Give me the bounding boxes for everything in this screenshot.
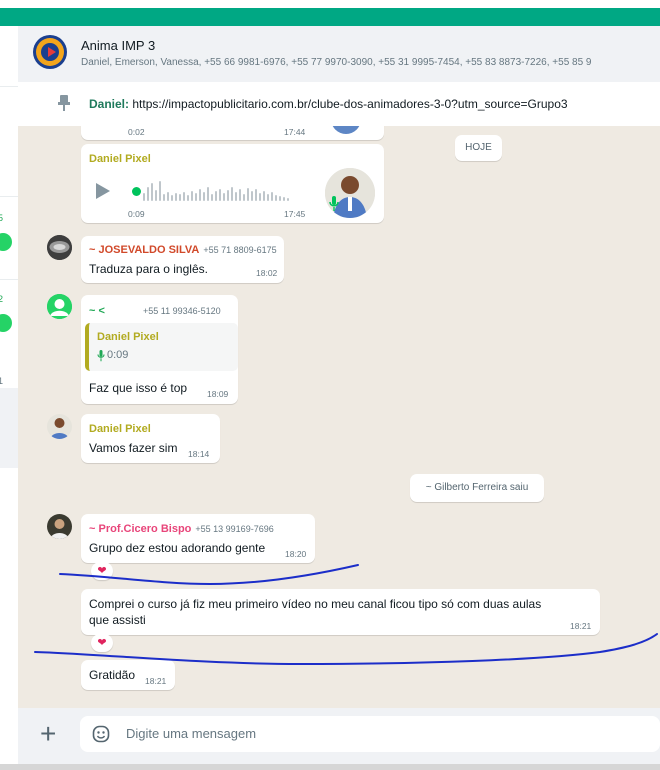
hand-drawn-annotation: [34, 564, 658, 666]
